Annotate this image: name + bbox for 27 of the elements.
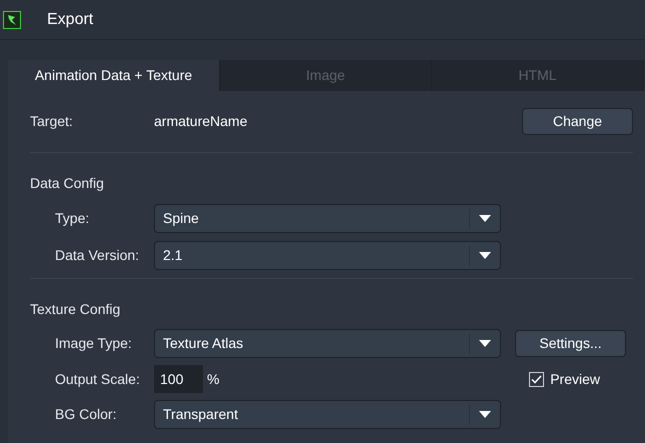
dropdown[interactable]: 2.1 [154, 241, 501, 270]
preview-checkbox[interactable] [529, 372, 544, 386]
caret-icon [479, 411, 491, 418]
app-logo-icon [3, 10, 21, 28]
change-button[interactable]: Change [522, 108, 633, 135]
settings-button[interactable]: Settings... [515, 330, 626, 357]
dropdown[interactable]: Spine [154, 204, 501, 233]
field-label: Type: [55, 209, 90, 228]
section-title: Data Config [30, 174, 105, 193]
caret-icon [479, 215, 491, 222]
scale-input[interactable]: 100 [154, 365, 203, 393]
target-value: armatureName [154, 112, 248, 131]
dropdown[interactable]: Texture Atlas [154, 329, 501, 358]
caret-icon [479, 340, 491, 347]
caret-icon [479, 252, 491, 259]
field-label: Image Type: [55, 334, 133, 353]
field-label: Output Scale: [55, 370, 141, 389]
field-label: Data Version: [55, 246, 140, 265]
window-title: Export [47, 10, 94, 30]
percent-unit: % [207, 370, 220, 388]
dropdown[interactable]: Transparent [154, 400, 501, 429]
section-title: Texture Config [30, 300, 122, 319]
tab[interactable]: Animation Data + Texture [8, 60, 220, 91]
preview-label: Preview [550, 370, 600, 388]
field-label: BG Color: [55, 405, 118, 424]
target-label: Target: [30, 112, 74, 131]
check-icon [531, 374, 542, 384]
